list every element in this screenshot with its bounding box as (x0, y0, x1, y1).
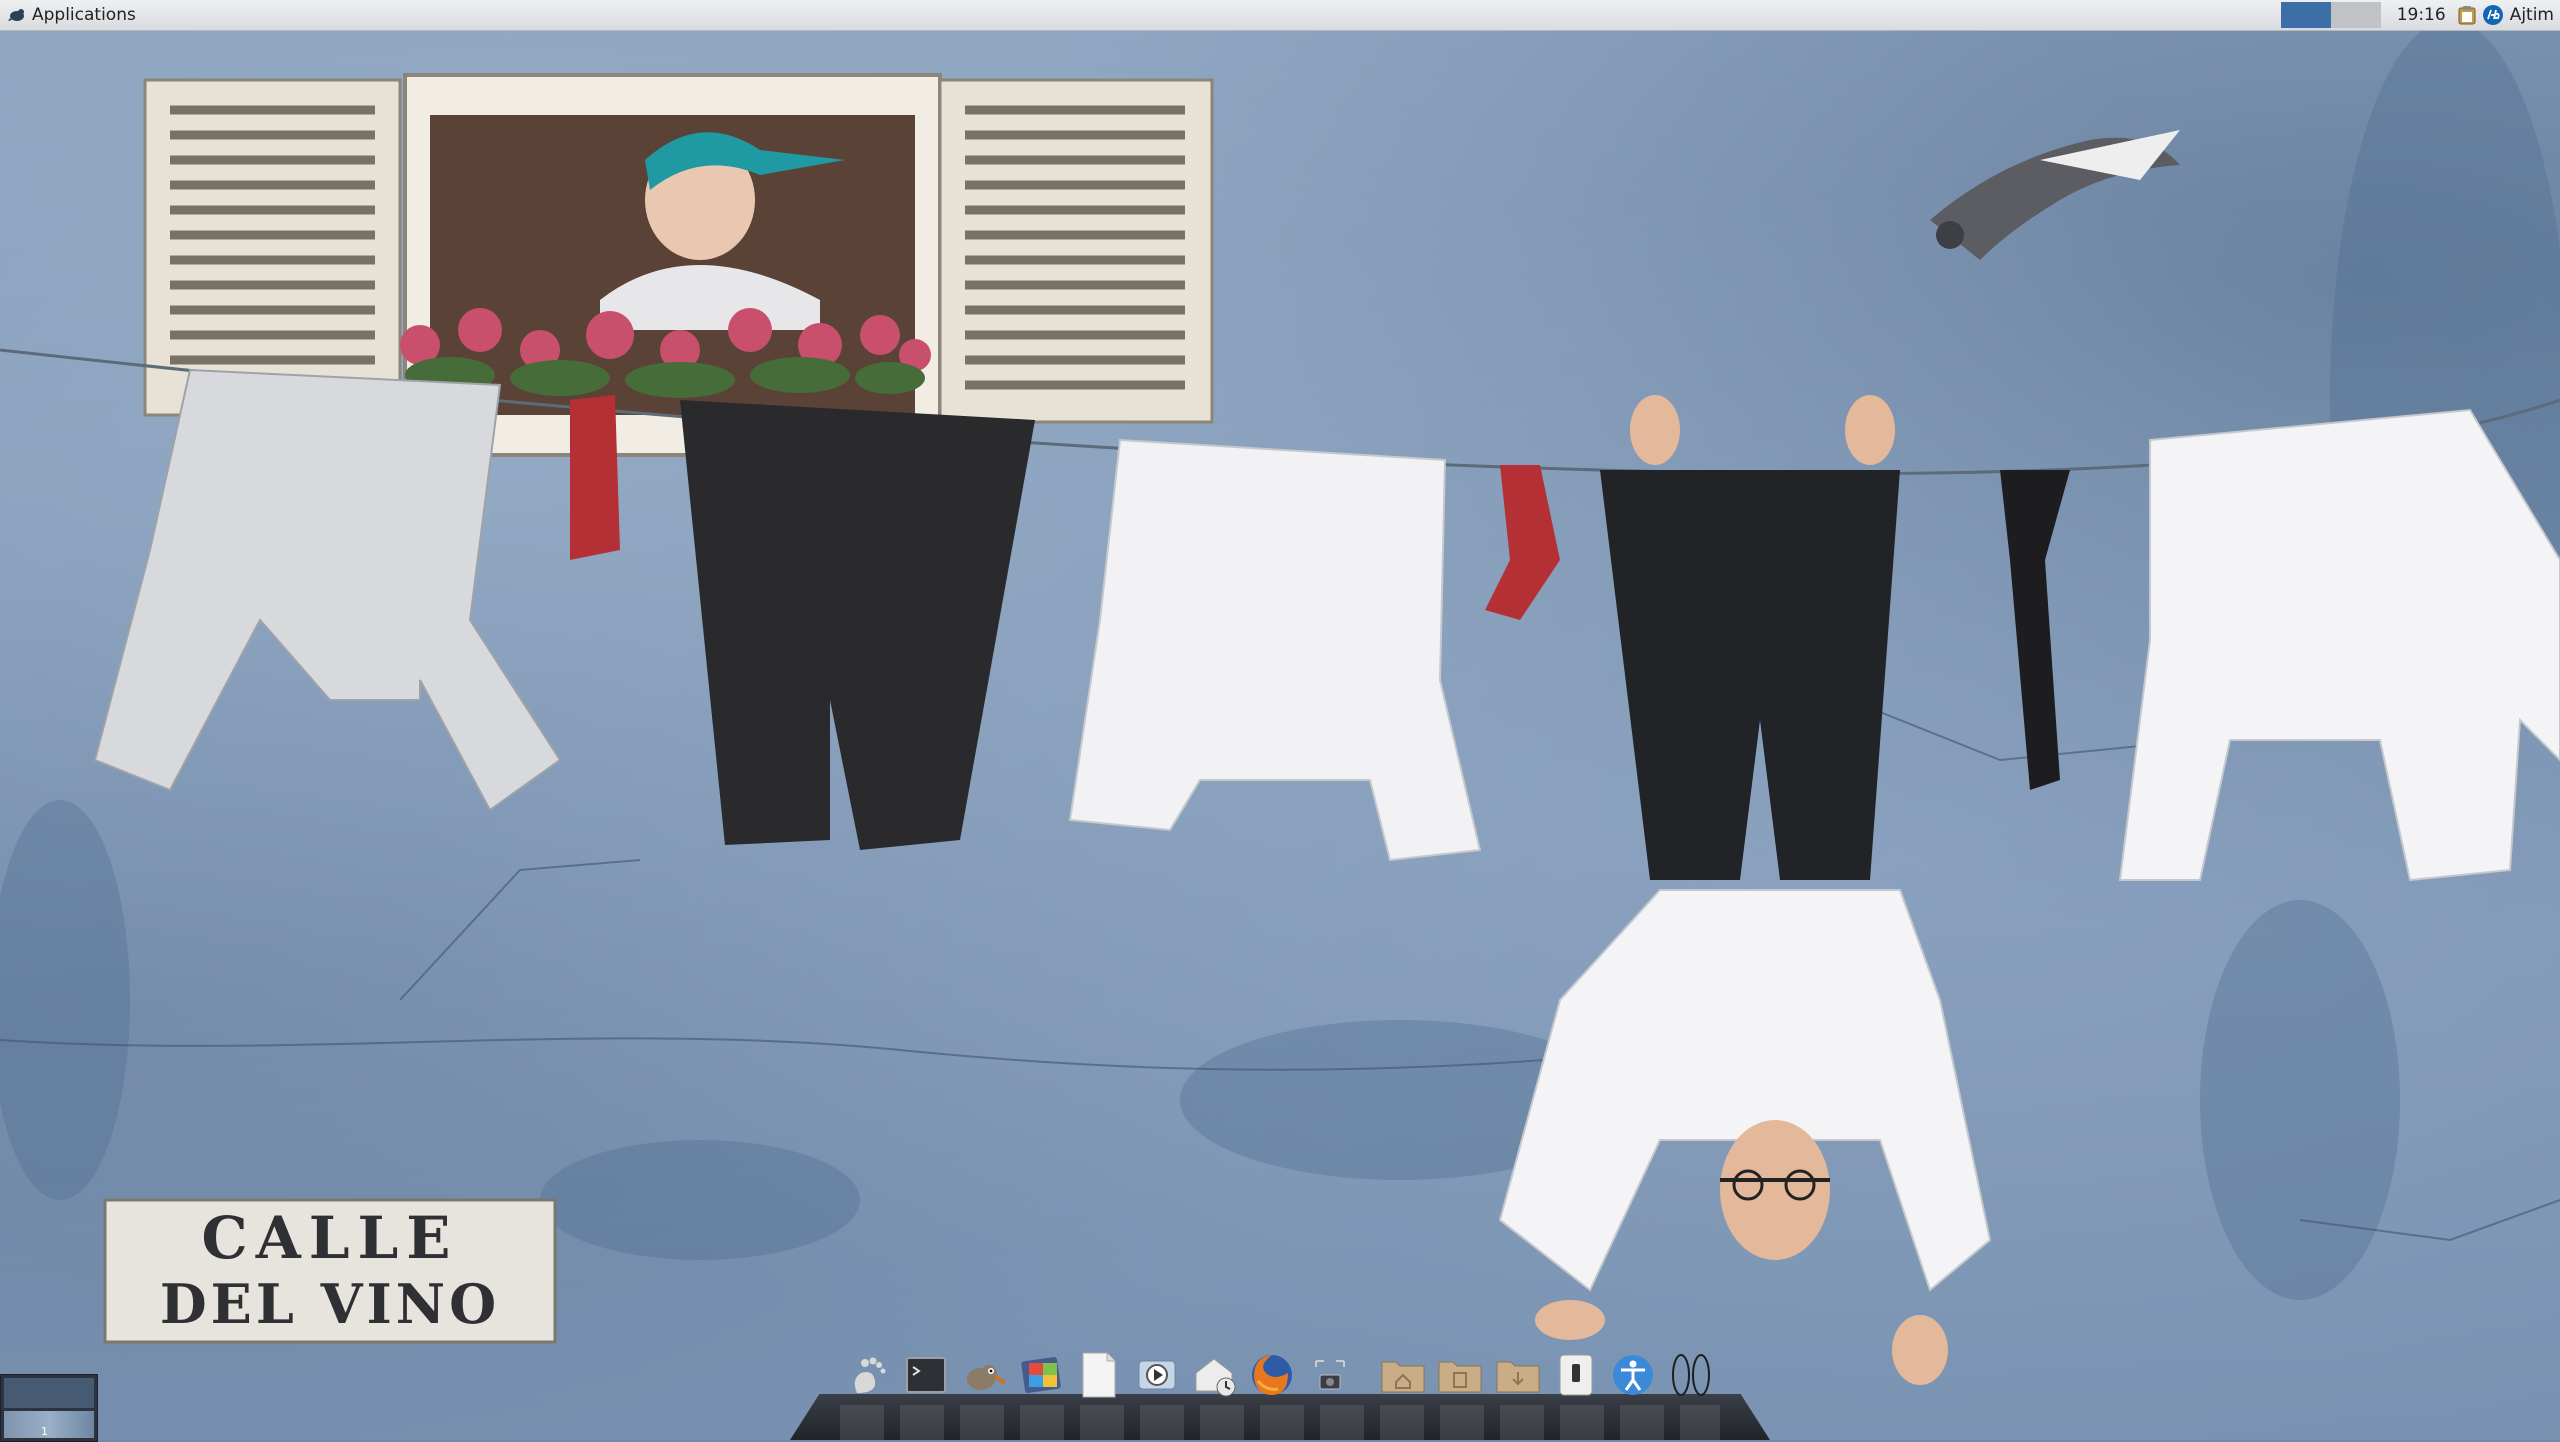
street-sign-line2: DEL VINO (159, 1272, 501, 1336)
gimp-icon[interactable] (959, 1349, 1009, 1401)
street-sign-line1: CALLE (201, 1204, 459, 1272)
clock[interactable]: 19:16 (2389, 5, 2454, 25)
pager-workspace-number: 1 (41, 1425, 48, 1438)
workspace-1-button[interactable] (2280, 2, 2331, 28)
terminal-icon[interactable] (902, 1349, 952, 1401)
applications-menu-button[interactable]: Applications (0, 0, 144, 30)
firefox-icon[interactable] (1247, 1349, 1297, 1401)
dock (840, 1345, 1720, 1405)
screenshot-icon[interactable] (1305, 1349, 1355, 1401)
clipboard-icon[interactable] (2456, 4, 2478, 26)
accessibility-icon[interactable] (1608, 1349, 1658, 1401)
user-name[interactable]: Ajtim (2506, 5, 2560, 25)
top-panel: Applications 19:16 Ajtim (0, 0, 2560, 31)
dock-reflection (840, 1405, 1720, 1440)
phone-icon[interactable] (1551, 1349, 1601, 1401)
applications-menu-label: Applications (32, 5, 136, 25)
workspace-indicator-icon[interactable] (1666, 1349, 1716, 1401)
media-player-icon[interactable] (1132, 1349, 1182, 1401)
mail-icon[interactable] (1190, 1349, 1240, 1401)
hp-icon[interactable] (2482, 4, 2504, 26)
documents-folder-icon[interactable] (1436, 1349, 1486, 1401)
pager-workspace-thumb-top (4, 1378, 94, 1408)
street-sign: CALLE DEL VINO (105, 1200, 555, 1342)
window-pager[interactable]: 1 (0, 1374, 98, 1442)
downloads-folder-icon[interactable] (1493, 1349, 1543, 1401)
dock-separator (1359, 1355, 1374, 1395)
home-folder-icon[interactable] (1378, 1349, 1428, 1401)
pigeon-illustration (1930, 130, 2180, 260)
pager-workspace-thumb[interactable] (4, 1411, 94, 1438)
gnome-foot-icon[interactable] (844, 1349, 894, 1401)
xfce-logo-icon (8, 9, 24, 21)
text-file-icon[interactable] (1075, 1349, 1125, 1401)
workspace-switcher (2280, 2, 2381, 28)
workspace-2-button[interactable] (2330, 2, 2381, 28)
image-viewer-icon[interactable] (1017, 1349, 1067, 1401)
hanging-man-illustration (1498, 395, 1992, 1385)
